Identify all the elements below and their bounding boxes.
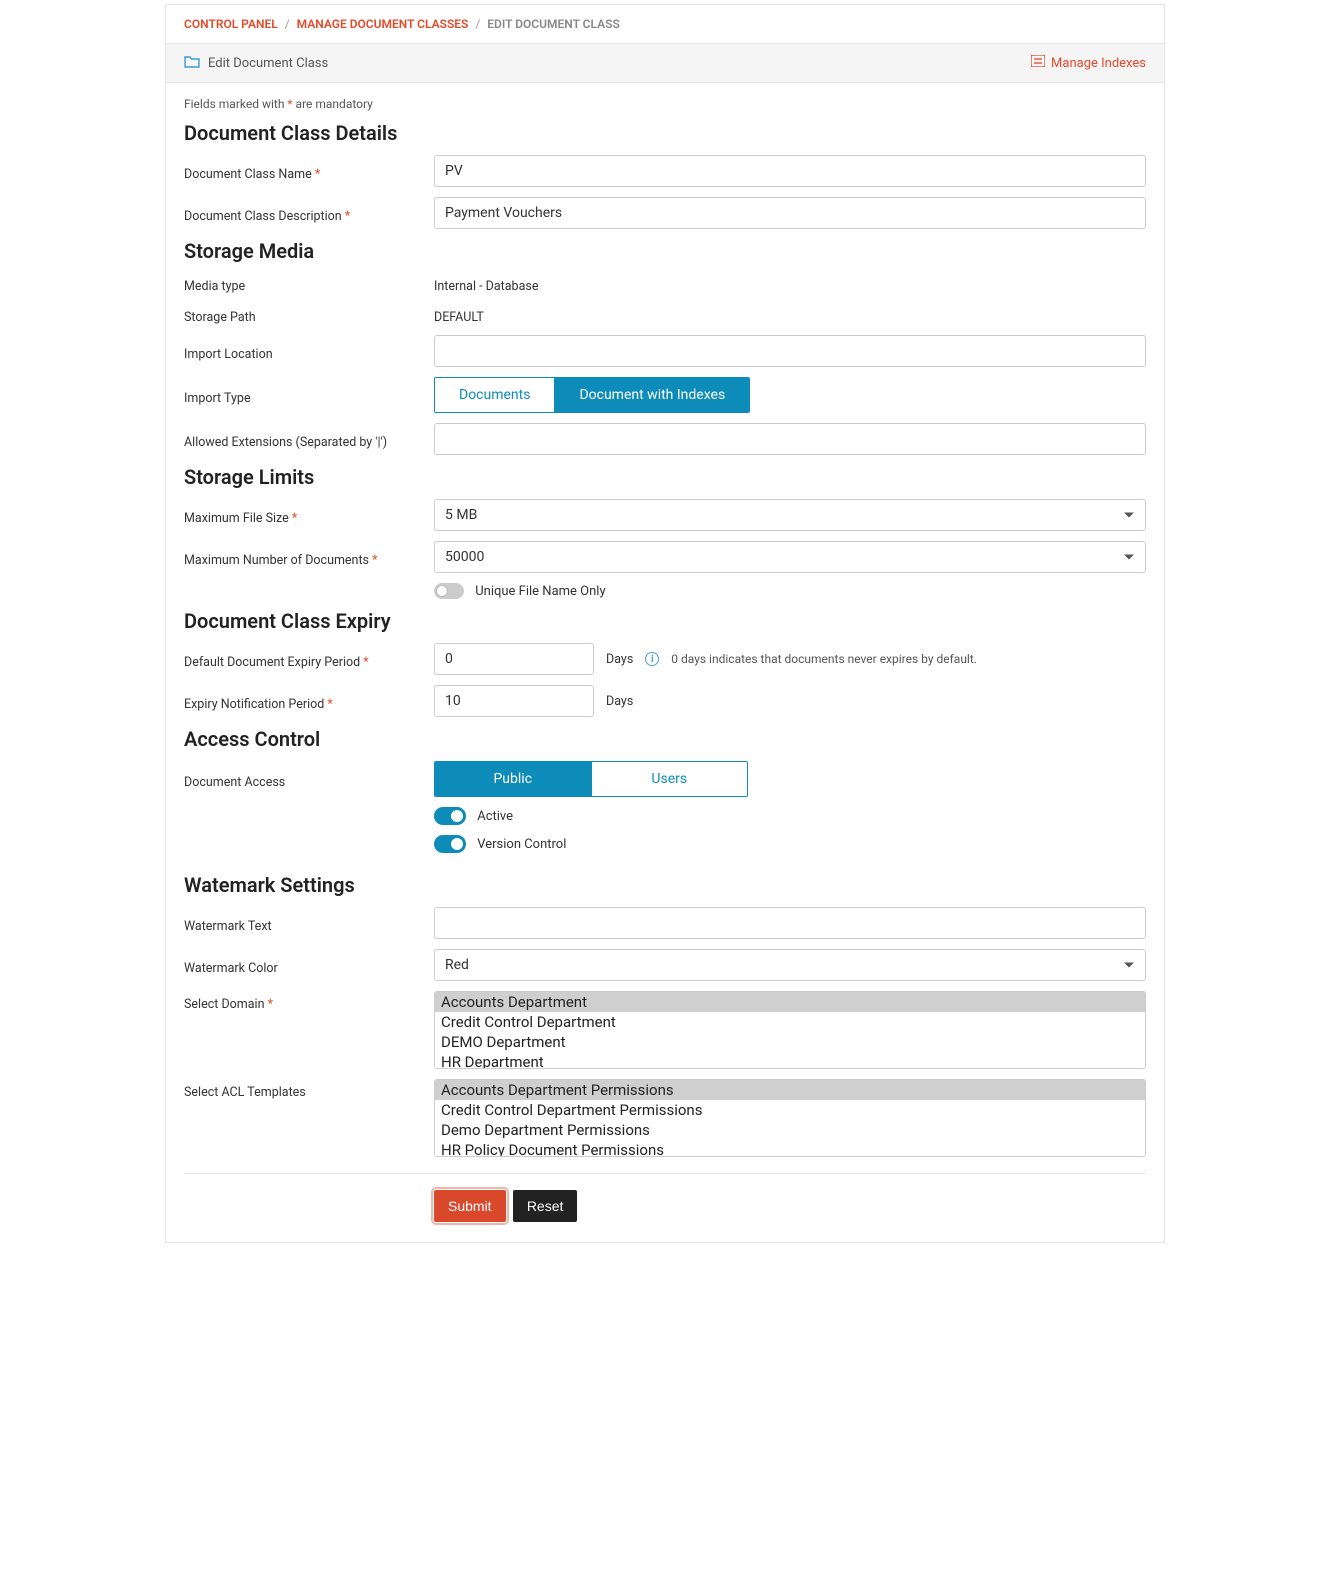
import-type-segmented: Documents Document with Indexes	[434, 377, 750, 413]
breadcrumb-sep: /	[475, 17, 480, 31]
watermark-text-input[interactable]	[434, 907, 1146, 939]
list-item[interactable]: Accounts Department	[435, 992, 1145, 1012]
allowed-ext-input[interactable]	[434, 423, 1146, 455]
title-bar: Edit Document Class Manage Indexes	[166, 44, 1164, 83]
manage-indexes-link[interactable]: Manage Indexes	[1031, 55, 1146, 71]
import-location-input[interactable]	[434, 335, 1146, 367]
import-type-with-indexes[interactable]: Document with Indexes	[554, 378, 749, 412]
label-max-file-size: Maximum File Size *	[184, 505, 434, 526]
label-import-type: Import Type	[184, 385, 434, 406]
label-max-docs: Maximum Number of Documents *	[184, 547, 434, 568]
doc-access-public[interactable]: Public	[435, 762, 591, 796]
days-unit: Days	[606, 652, 633, 667]
unique-filename-toggle[interactable]	[434, 583, 464, 599]
select-acl-list[interactable]: Accounts Department PermissionsCredit Co…	[434, 1079, 1146, 1157]
list-icon	[1031, 55, 1045, 71]
list-item[interactable]: DEMO Department	[435, 1032, 1145, 1052]
form-content: Fields marked with * are mandatory Docum…	[166, 83, 1164, 1242]
label-select-acl: Select ACL Templates	[184, 1079, 434, 1100]
default-expiry-input[interactable]	[434, 643, 594, 675]
label-select-domain: Select Domain *	[184, 991, 434, 1012]
select-domain-list[interactable]: Accounts DepartmentCredit Control Depart…	[434, 991, 1146, 1069]
breadcrumb-sep: /	[285, 17, 290, 31]
label-class-desc: Document Class Description *	[184, 203, 434, 224]
label-class-name: Document Class Name *	[184, 161, 434, 182]
version-control-label: Version Control	[477, 837, 566, 852]
list-item[interactable]: Demo Department Permissions	[435, 1120, 1145, 1140]
divider	[184, 1173, 1146, 1174]
info-icon: i	[645, 652, 659, 666]
reset-button[interactable]: Reset	[513, 1190, 578, 1222]
mandatory-note: Fields marked with * are mandatory	[184, 97, 1146, 111]
section-watermark: Watemark Settings	[184, 873, 1146, 897]
form-actions: Submit Reset	[184, 1190, 1146, 1222]
class-desc-input[interactable]	[434, 197, 1146, 229]
doc-access-segmented: Public Users	[434, 761, 748, 797]
list-item[interactable]: HR Policy Document Permissions	[435, 1140, 1145, 1157]
section-details: Document Class Details	[184, 121, 1146, 145]
title-text: Edit Document Class	[208, 56, 328, 71]
label-expiry-notif: Expiry Notification Period *	[184, 691, 434, 712]
list-item[interactable]: Credit Control Department	[435, 1012, 1145, 1032]
label-watermark-color: Watermark Color	[184, 955, 434, 976]
active-label: Active	[477, 809, 513, 824]
max-file-size-select[interactable]: 5 MB	[434, 499, 1146, 531]
label-media-type: Media type	[184, 273, 434, 294]
list-item[interactable]: HR Department	[435, 1052, 1145, 1069]
list-item[interactable]: Credit Control Department Permissions	[435, 1100, 1145, 1120]
breadcrumb-link-control-panel[interactable]: CONTROL PANEL	[184, 17, 278, 31]
import-type-documents[interactable]: Documents	[435, 378, 554, 412]
label-watermark-text: Watermark Text	[184, 913, 434, 934]
label-storage-path: Storage Path	[184, 304, 434, 325]
section-access: Access Control	[184, 727, 1146, 751]
active-toggle[interactable]	[434, 807, 466, 825]
days-unit: Days	[606, 694, 633, 709]
section-storage-limits: Storage Limits	[184, 465, 1146, 489]
list-item[interactable]: Accounts Department Permissions	[435, 1080, 1145, 1100]
unique-filename-label: Unique File Name Only	[475, 584, 605, 599]
section-storage-media: Storage Media	[184, 239, 1146, 263]
label-allowed-ext: Allowed Extensions (Separated by '|')	[184, 429, 434, 450]
section-expiry: Document Class Expiry	[184, 609, 1146, 633]
max-docs-select[interactable]: 50000	[434, 541, 1146, 573]
label-import-location: Import Location	[184, 341, 434, 362]
expiry-notif-input[interactable]	[434, 685, 594, 717]
page-container: CONTROL PANEL / MANAGE DOCUMENT CLASSES …	[165, 4, 1165, 1243]
folder-icon	[184, 54, 200, 72]
submit-button[interactable]: Submit	[434, 1190, 506, 1222]
watermark-color-select[interactable]: Red	[434, 949, 1146, 981]
manage-indexes-label: Manage Indexes	[1051, 56, 1146, 71]
doc-access-users[interactable]: Users	[591, 762, 748, 796]
storage-path-value: DEFAULT	[434, 304, 1146, 325]
version-control-toggle[interactable]	[434, 835, 466, 853]
breadcrumb-current: EDIT DOCUMENT CLASS	[487, 17, 620, 31]
label-doc-access: Document Access	[184, 769, 434, 790]
breadcrumb-link-manage-classes[interactable]: MANAGE DOCUMENT CLASSES	[297, 17, 469, 31]
class-name-input[interactable]	[434, 155, 1146, 187]
label-default-expiry: Default Document Expiry Period *	[184, 649, 434, 670]
breadcrumb: CONTROL PANEL / MANAGE DOCUMENT CLASSES …	[166, 5, 1164, 44]
expiry-help-text: 0 days indicates that documents never ex…	[671, 652, 977, 666]
media-type-value: Internal - Database	[434, 273, 1146, 294]
